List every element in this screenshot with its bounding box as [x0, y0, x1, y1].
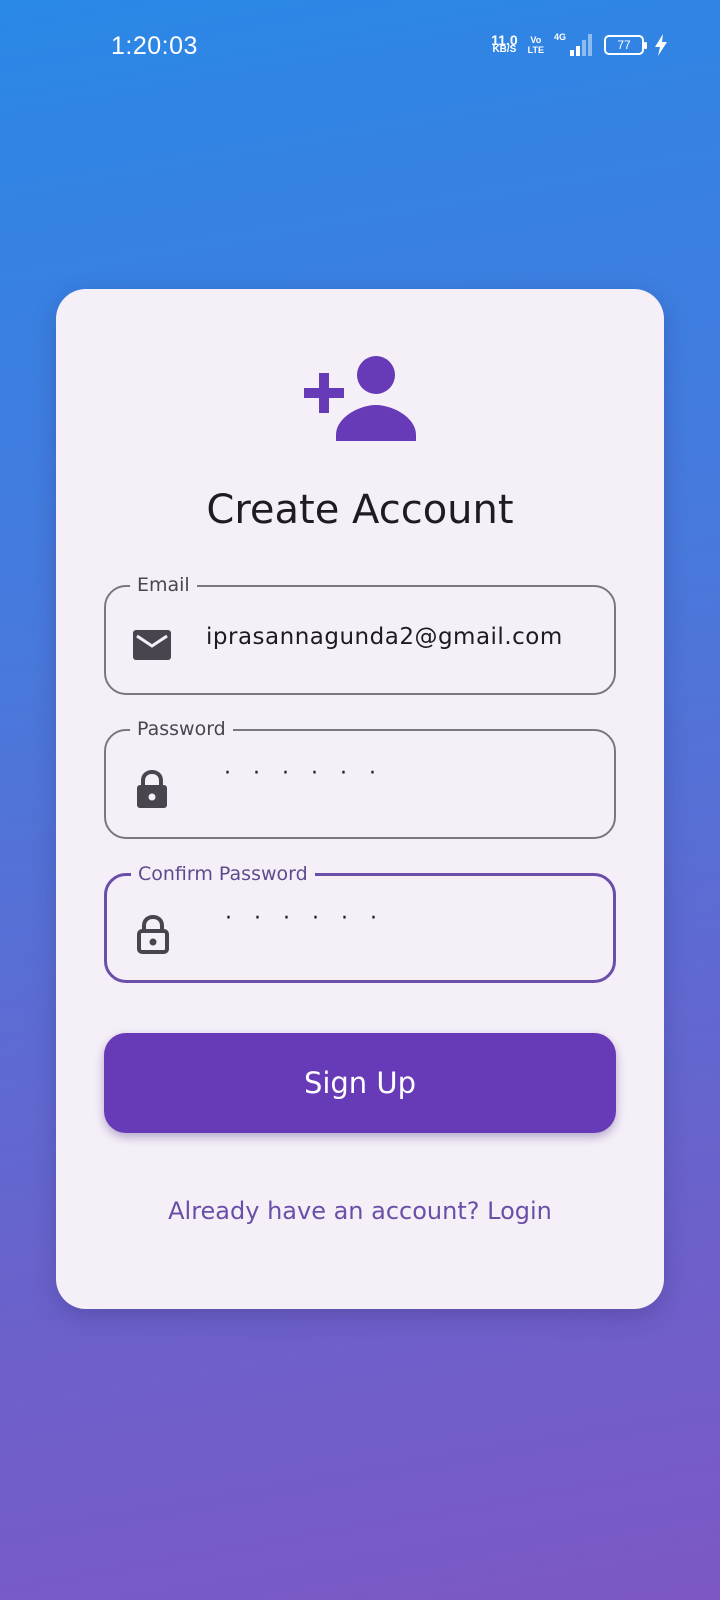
volte-top: Vo	[530, 35, 542, 45]
page-title: Create Account	[206, 487, 514, 533]
lock-icon	[137, 769, 167, 808]
status-icons: 11.0 KB/S Vo LTE 4G 77	[491, 32, 668, 56]
confirm-password-field[interactable]: Confirm Password ······	[104, 862, 616, 983]
status-clock: 1:20:03	[111, 32, 198, 60]
email-value: iprasannagunda2@gmail.com	[206, 624, 563, 650]
password-value: ······	[224, 761, 398, 786]
mail-icon	[133, 630, 171, 660]
password-label: Password	[130, 717, 233, 741]
email-field[interactable]: Email iprasannagunda2@gmail.com	[104, 573, 616, 695]
network-type: 4G	[554, 32, 567, 42]
volte-icon: Vo LTE	[528, 35, 544, 55]
status-bar: 1:20:03 11.0 KB/S Vo LTE 4G 77	[0, 0, 720, 96]
signal-icon: 4G	[554, 32, 594, 56]
password-field[interactable]: Password ······	[104, 717, 616, 839]
net-speed-unit: KB/S	[492, 44, 517, 55]
login-link[interactable]: Already have an account? Login	[56, 1197, 664, 1225]
charging-icon	[655, 34, 667, 56]
signup-button[interactable]: Sign Up	[104, 1033, 616, 1133]
battery-level: 77	[617, 38, 631, 52]
signup-card: Create Account Email iprasannagunda2@gma…	[56, 289, 664, 1309]
net-speed-indicator: 11.0 KB/S	[491, 33, 517, 55]
confirm-password-label: Confirm Password	[131, 862, 315, 886]
volte-bottom: LTE	[527, 45, 544, 55]
add-user-icon	[304, 356, 416, 441]
battery-icon: 77	[604, 35, 647, 55]
lock-open-outline-icon	[137, 914, 169, 954]
email-label: Email	[130, 573, 197, 597]
confirm-password-value: ······	[225, 906, 399, 931]
